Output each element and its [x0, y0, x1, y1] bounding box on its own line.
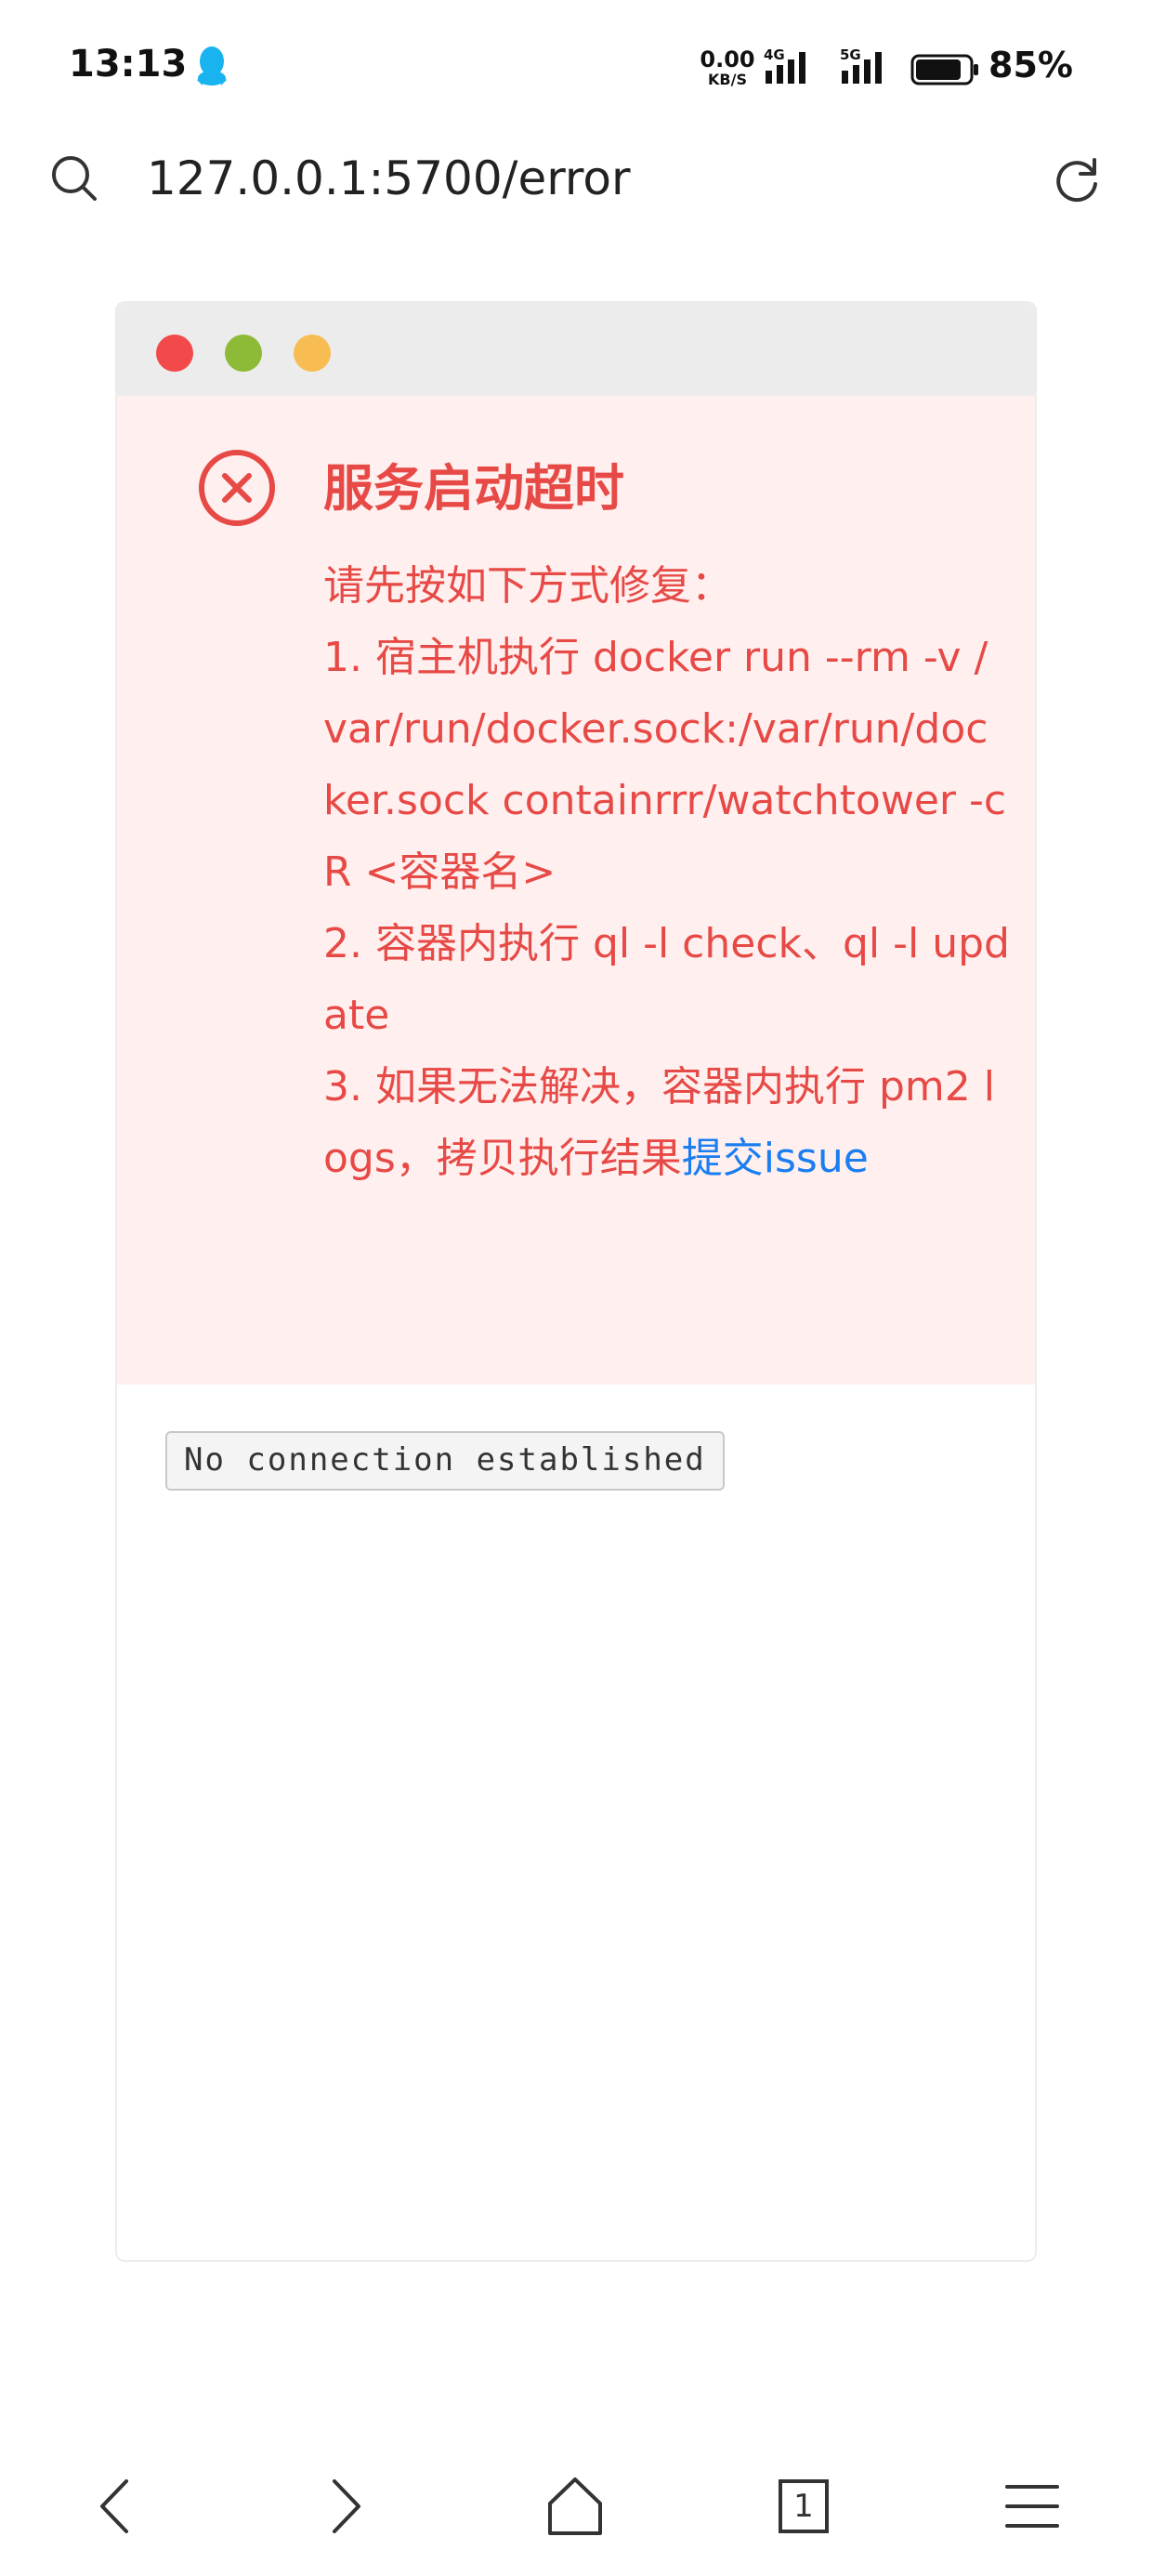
error-step-1: 1. 宿主机执行 docker run --rm -v /var/run/doc… [323, 634, 1007, 896]
error-title: 服务启动超时 [323, 459, 624, 518]
connection-status: No connection established [165, 1431, 725, 1491]
error-step-2: 2. 容器内执行 ql -l check、ql -l update [323, 920, 1010, 1039]
error-intro: 请先按如下方式修复： [323, 562, 732, 610]
net-speed-value: 0.00 [700, 46, 755, 72]
back-icon[interactable] [74, 2464, 158, 2548]
battery-icon [910, 54, 978, 85]
search-icon[interactable] [48, 152, 100, 204]
window-titlebar [117, 303, 1035, 396]
error-body: 请先按如下方式修复： 1. 宿主机执行 docker run --rm -v /… [323, 550, 1011, 1194]
signal-5g-label: 5G [840, 46, 861, 63]
error-step-3: 3. 如果无法解决，容器内执行 pm2 logs，拷贝执行结果提交issue [323, 1051, 1011, 1194]
signal-4g-label: 4G [764, 46, 785, 63]
bottom-nav: 1 [0, 2444, 1152, 2576]
status-bar: 13:13 0.00 KB/S 4G 5G 85% [0, 0, 1152, 139]
forward-icon[interactable] [303, 2464, 386, 2548]
tabs-button[interactable]: 1 [762, 2464, 845, 2548]
submit-issue-link[interactable]: 提交issue [682, 1135, 869, 1182]
error-circle-x-icon [199, 450, 275, 526]
window-maximize-dot [294, 335, 331, 372]
browser-window-card: 服务启动超时 请先按如下方式修复： 1. 宿主机执行 docker run --… [115, 301, 1037, 2262]
net-speed: 0.00 KB/S [699, 48, 756, 87]
menu-icon[interactable] [990, 2464, 1074, 2548]
window-minimize-dot [225, 335, 262, 372]
error-step-3-text: 3. 如果无法解决，容器内执行 pm2 logs，拷贝执行结果 [323, 1063, 995, 1182]
status-time: 13:13 [69, 43, 188, 85]
url-field[interactable]: 127.0.0.1:5700/error [147, 152, 631, 204]
home-icon[interactable] [533, 2464, 617, 2548]
battery-fill [916, 59, 961, 80]
net-speed-unit: KB/S [708, 71, 747, 88]
tab-count: 1 [793, 2488, 814, 2525]
battery-percent: 85% [988, 45, 1073, 85]
window-close-dot [156, 335, 193, 372]
signal-4g-icon: 4G [764, 46, 805, 84]
address-bar: 127.0.0.1:5700/error [0, 139, 1152, 260]
signal-5g-icon: 5G [840, 46, 882, 84]
refresh-icon[interactable] [1050, 152, 1104, 206]
error-panel: 服务启动超时 请先按如下方式修复： 1. 宿主机执行 docker run --… [117, 396, 1035, 1385]
qq-icon [197, 46, 227, 85]
